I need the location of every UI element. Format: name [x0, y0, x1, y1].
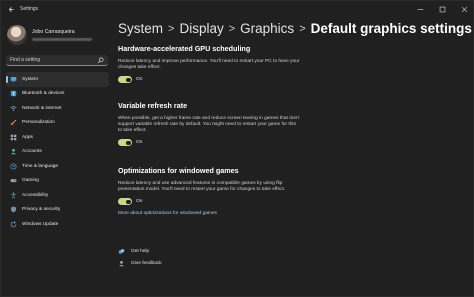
- feedback-icon: [118, 260, 125, 267]
- sidebar-item-label: System: [22, 76, 38, 82]
- profile-name: Jobo Carrasqueira: [32, 29, 75, 35]
- windowed-games-info-link[interactable]: More about optimizations for windowed ga…: [118, 211, 318, 216]
- variable-refresh-rate-toggle[interactable]: [118, 139, 132, 147]
- wifi-icon: [10, 105, 17, 112]
- chevron-right-icon: >: [228, 22, 236, 35]
- windowed-games-toggle[interactable]: [118, 198, 132, 206]
- monitor-icon: [10, 76, 17, 83]
- sidebar: Jobo Carrasqueira Find a setting System …: [1, 17, 113, 297]
- sidebar-nav: System Bluetooth & devices Network & int…: [6, 72, 109, 232]
- sidebar-item-privacy[interactable]: Privacy & security: [6, 203, 109, 218]
- help-icon: [118, 248, 125, 255]
- sidebar-item-label: Windows Update: [22, 221, 59, 227]
- gpu-scheduling-toggle[interactable]: [118, 76, 132, 84]
- section-description: When possible, get a higher frame rate a…: [118, 116, 300, 134]
- bluetooth-icon: [10, 90, 17, 97]
- sidebar-item-time-language[interactable]: Time & language: [6, 159, 109, 174]
- toggle-state-label: On: [136, 140, 143, 146]
- variable-refresh-rate-section: Variable refresh rate When possible, get…: [118, 101, 318, 147]
- update-icon: [10, 221, 17, 228]
- sidebar-item-gaming[interactable]: Gaming: [6, 174, 109, 189]
- section-title: Hardware-accelerated GPU scheduling: [118, 44, 251, 53]
- toggle-state-label: On: [136, 77, 143, 83]
- get-help-label: Get help: [131, 248, 150, 254]
- sidebar-item-label: Accessibility: [22, 192, 49, 198]
- back-button[interactable]: [4, 2, 18, 16]
- sidebar-item-windows-update[interactable]: Windows Update: [6, 217, 109, 232]
- sidebar-item-bluetooth[interactable]: Bluetooth & devices: [6, 87, 109, 102]
- apps-icon: [10, 134, 17, 141]
- settings-window: Settings Jobo Carrasqueira Find a settin…: [0, 0, 474, 297]
- sidebar-item-label: Network & internet: [22, 105, 62, 111]
- sidebar-item-apps[interactable]: Apps: [6, 130, 109, 145]
- avatar: [7, 25, 27, 45]
- controller-icon: [10, 177, 17, 184]
- main-content: System > Display > Graphics > Default gr…: [118, 17, 474, 297]
- sidebar-item-label: Accounts: [22, 149, 42, 155]
- give-feedback-link[interactable]: Give feedback: [118, 257, 162, 269]
- search-placeholder: Find a setting: [10, 57, 41, 63]
- back-arrow-icon: [8, 6, 14, 12]
- sidebar-item-accounts[interactable]: Accounts: [6, 145, 109, 160]
- sidebar-item-label: Gaming: [22, 178, 39, 184]
- search-icon: [97, 57, 104, 64]
- close-button[interactable]: [453, 1, 474, 17]
- page-title: Default graphics settings: [310, 21, 472, 36]
- chevron-right-icon: >: [299, 22, 306, 35]
- section-description: Reduce latency and use advanced features…: [118, 181, 286, 193]
- maximize-icon: [439, 6, 445, 12]
- breadcrumb-system[interactable]: System: [118, 21, 163, 36]
- windowed-games-section: Optimizations for windowed games Reduce …: [118, 166, 318, 216]
- sidebar-item-label: Time & language: [22, 163, 59, 169]
- section-title: Optimizations for windowed games: [118, 166, 239, 175]
- shield-icon: [10, 206, 17, 213]
- sidebar-item-label: Apps: [22, 134, 33, 140]
- window-title: Settings: [20, 6, 39, 12]
- person-icon: [10, 148, 17, 155]
- sidebar-item-label: Privacy & security: [22, 207, 61, 213]
- maximize-button[interactable]: [431, 1, 453, 17]
- get-help-link[interactable]: Get help: [118, 245, 162, 257]
- section-description: Reduce latency and improve performance. …: [118, 59, 300, 71]
- toggle-state-label: On: [136, 199, 143, 205]
- title-bar: Settings: [1, 1, 474, 17]
- give-feedback-label: Give feedback: [131, 260, 162, 266]
- close-icon: [461, 6, 467, 12]
- profile-email-redacted: [32, 38, 92, 41]
- breadcrumb-display[interactable]: Display: [179, 21, 223, 36]
- sidebar-item-label: Bluetooth & devices: [22, 91, 65, 97]
- sidebar-item-personalization[interactable]: Personalization: [6, 116, 109, 131]
- help-section: Get help Give feedback: [118, 245, 162, 269]
- sidebar-item-system[interactable]: System: [6, 72, 109, 87]
- user-profile[interactable]: Jobo Carrasqueira: [7, 23, 111, 47]
- globe-clock-icon: [10, 163, 17, 170]
- accessibility-icon: [10, 192, 17, 199]
- gpu-scheduling-section: Hardware-accelerated GPU scheduling Redu…: [118, 44, 318, 84]
- chevron-right-icon: >: [168, 22, 175, 35]
- brush-icon: [10, 119, 17, 126]
- minimize-button[interactable]: [409, 1, 431, 17]
- breadcrumb: System > Display > Graphics > Default gr…: [118, 21, 472, 36]
- breadcrumb-graphics[interactable]: Graphics: [240, 21, 294, 36]
- search-input[interactable]: Find a setting: [6, 55, 108, 66]
- sidebar-item-label: Personalization: [22, 120, 55, 126]
- section-title: Variable refresh rate: [118, 101, 188, 110]
- sidebar-item-network[interactable]: Network & internet: [6, 101, 109, 116]
- minimize-icon: [417, 8, 423, 10]
- sidebar-item-accessibility[interactable]: Accessibility: [6, 188, 109, 203]
